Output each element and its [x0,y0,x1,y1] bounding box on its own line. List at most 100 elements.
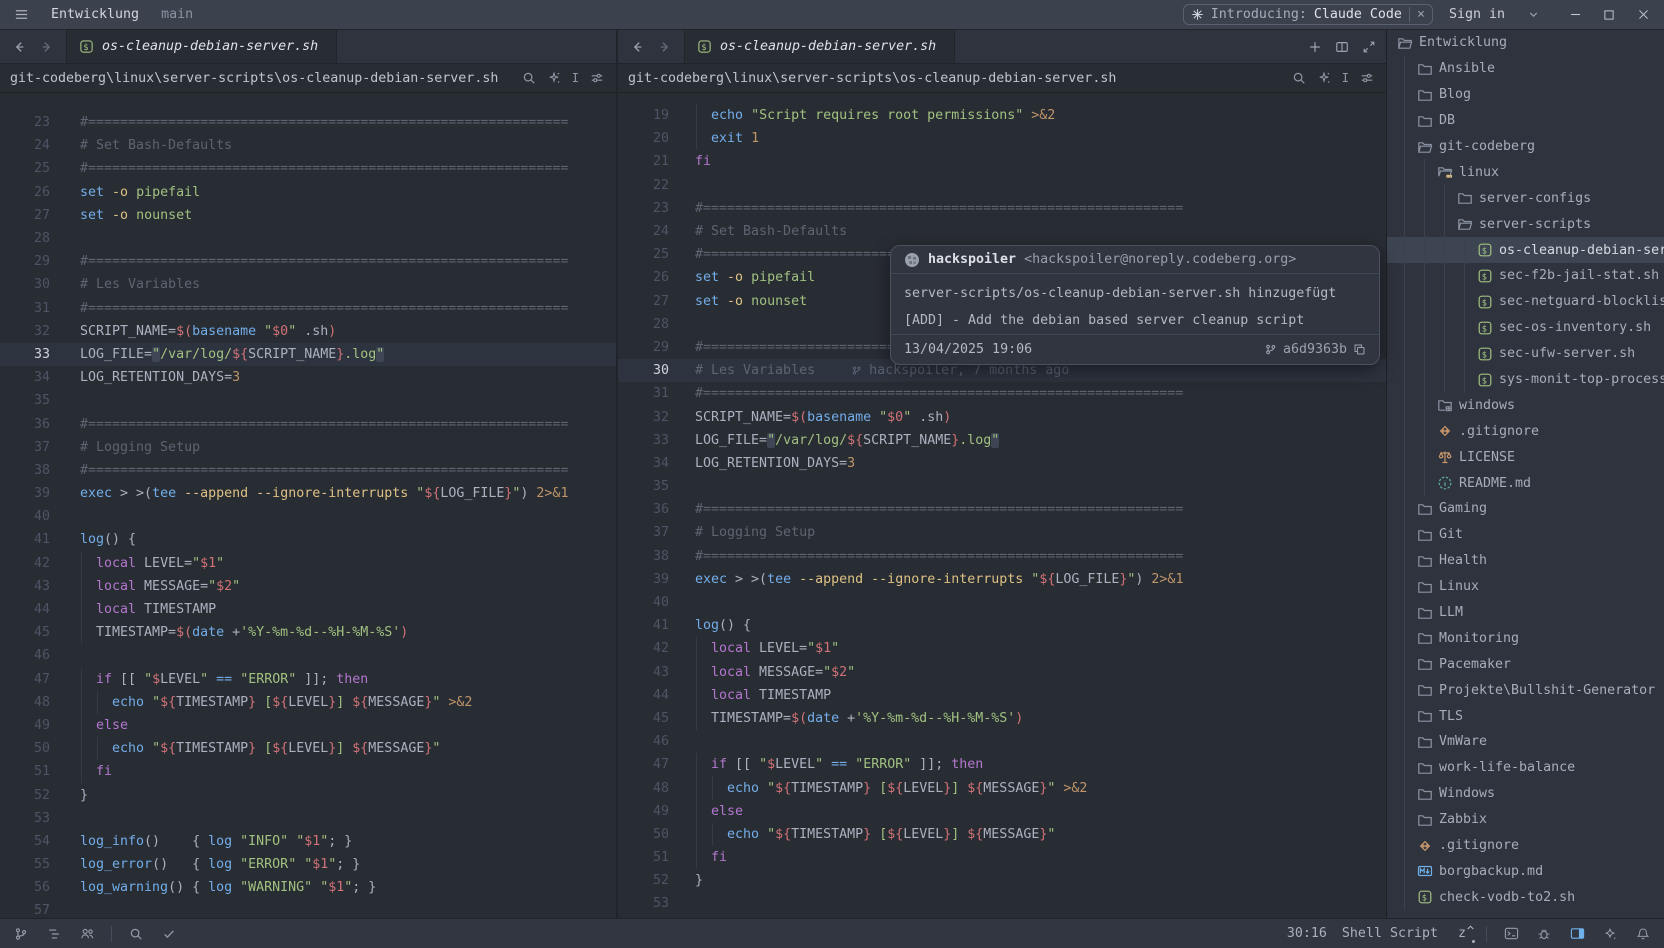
git-branch-button[interactable]: main [155,5,199,24]
project-panel-item-tls[interactable]: TLS [1387,703,1664,729]
editor-left[interactable]: 23#=====================================… [0,93,616,918]
code-line[interactable]: 38#=====================================… [618,545,1386,568]
project-panel-item-windows[interactable]: windows [1387,392,1664,418]
code-line[interactable]: 34LOG_RETENTION_DAYS=3 [618,452,1386,475]
project-panel-item-git[interactable]: Git [1387,522,1664,548]
code-line[interactable]: 49 else [0,714,616,737]
search-icon[interactable] [522,71,536,85]
project-panel-item-health[interactable]: Health [1387,548,1664,574]
code-line[interactable]: 44 local TIMESTAMP [0,598,616,621]
code-line[interactable]: 36#=====================================… [618,498,1386,521]
navigate-back-button[interactable] [630,40,644,54]
project-panel-item-sec-netguard-blocklist.sh[interactable]: $sec-netguard-blocklist.sh [1387,289,1664,315]
code-line[interactable]: 39exec > >(tee --append --ignore-interru… [618,568,1386,591]
code-line[interactable]: 28 [0,227,616,250]
code-line[interactable]: 52} [618,869,1386,892]
project-panel-item-ansible[interactable]: Ansible [1387,56,1664,82]
code-line[interactable]: 27set -o nounset [0,204,616,227]
code-line[interactable]: 21fi [618,150,1386,173]
editor-right[interactable]: 19 echo "Script requires root permission… [618,93,1386,918]
code-line[interactable]: 38#=====================================… [0,459,616,482]
collaboration-icon[interactable] [78,925,96,943]
inline-assist-icon[interactable] [547,71,561,85]
minimize-button[interactable] [1562,4,1588,26]
code-line[interactable]: 23#=====================================… [618,197,1386,220]
inline-assist-icon[interactable] [1317,71,1331,85]
close-window-button[interactable] [1630,4,1656,26]
cursor-position[interactable]: 30:16 [1287,926,1327,941]
code-line[interactable]: 32SCRIPT_NAME=$(basename "$0" .sh) [0,320,616,343]
project-panel-item-server-configs[interactable]: server-configs [1387,185,1664,211]
project-panel-item-borgbackup.md[interactable]: borgbackup.md [1387,859,1664,885]
sign-in-button[interactable]: Sign in [1443,5,1511,24]
project-panel-item-os-cleanup-debian-server.sh[interactable]: $os-cleanup-debian-server.sh [1387,237,1664,263]
project-panel-item-sec-ufw-server.sh[interactable]: $sec-ufw-server.sh [1387,341,1664,367]
maximize-button[interactable] [1596,4,1622,26]
code-line[interactable]: 54log_info() { log "INFO" "$1"; } [0,830,616,853]
code-line[interactable]: 22 [618,174,1386,197]
project-panel-item-monitoring[interactable]: Monitoring [1387,625,1664,651]
project-panel-item-windows[interactable]: Windows [1387,781,1664,807]
code-line[interactable]: 20 exit 1 [618,127,1386,150]
project-panel-item-git-codeberg[interactable]: git-codeberg [1387,134,1664,160]
code-line[interactable]: 47 if [[ "$LEVEL" == "ERROR" ]]; then [0,668,616,691]
project-panel-item-vmware[interactable]: VmWare [1387,729,1664,755]
diagnostics-check-icon[interactable] [160,925,178,943]
code-line[interactable]: 50 echo "${TIMESTAMP} [${LEVEL}] ${MESSA… [618,823,1386,846]
split-pane-icon[interactable] [1335,40,1349,54]
code-line[interactable]: 19 echo "Script requires root permission… [618,104,1386,127]
inline-git-blame[interactable]: hackspoiler, 7 months ago [851,363,1069,378]
project-panel-item-check-vodb-to2.sh[interactable]: $check-vodb-to2.sh [1387,884,1664,910]
code-line[interactable]: 42 local LEVEL="$1" [0,552,616,575]
code-line[interactable]: 41log() { [0,528,616,551]
code-line[interactable]: 40 [0,505,616,528]
code-line[interactable]: 37# Logging Setup [0,436,616,459]
project-panel-item-readme.md[interactable]: README.md [1387,470,1664,496]
navigate-forward-button[interactable] [40,40,54,54]
project-panel-item-gaming[interactable]: Gaming [1387,496,1664,522]
project-panel-item-entwicklung[interactable]: Entwicklung [1387,30,1664,56]
commit-hash-button[interactable]: a6d9363b [1264,342,1366,357]
right-dock-icon[interactable] [1568,925,1586,943]
code-line[interactable]: 51 fi [0,760,616,783]
new-tab-plus-icon[interactable] [1308,40,1322,54]
project-name-button[interactable]: Entwicklung [45,5,145,24]
project-panel-item-pacemaker[interactable]: Pacemaker [1387,651,1664,677]
code-line[interactable]: 26set -o pipefail [0,181,616,204]
code-line[interactable]: 36#=====================================… [0,412,616,435]
code-line[interactable]: 45 TIMESTAMP=$(date +'%Y-%m-%d--%H-%M-%S… [0,621,616,644]
navigate-back-button[interactable] [12,40,26,54]
project-panel-item-work-life-balance[interactable]: work-life-balance [1387,755,1664,781]
breadcrumb[interactable]: git-codeberg\linux\server-scripts\os-cle… [628,71,1116,86]
cursor-icon[interactable]: I [1342,71,1349,85]
claude-banner-close-icon[interactable]: × [1417,7,1425,22]
search-icon[interactable] [127,925,145,943]
assistant-icon[interactable] [1601,925,1619,943]
code-line[interactable]: 25#=====================================… [0,157,616,180]
project-panel-item-llm[interactable]: LLM [1387,600,1664,626]
code-line[interactable]: 46 [0,644,616,667]
debug-icon[interactable] [1535,925,1553,943]
project-panel-item-sys-monit-top-processes.sh[interactable]: $sys-monit-top-processes.sh [1387,367,1664,393]
code-line[interactable]: 30# Les Variables [0,273,616,296]
project-panel-item-server-scripts[interactable]: server-scripts [1387,211,1664,237]
language-selector[interactable]: Shell Script [1342,926,1438,941]
edit-prediction-zeta-icon[interactable]: z [1453,925,1471,943]
breadcrumb[interactable]: git-codeberg\linux\server-scripts\os-cle… [10,71,498,86]
code-line[interactable]: 37# Logging Setup [618,521,1386,544]
code-line[interactable]: 52} [0,783,616,806]
project-panel-item-.gitignore[interactable]: .gitignore [1387,418,1664,444]
project-panel-item-db[interactable]: DB [1387,108,1664,134]
code-line[interactable]: 43 local MESSAGE="$2" [0,575,616,598]
code-line[interactable]: 43 local MESSAGE="$2" [618,661,1386,684]
code-line[interactable]: 47 if [[ "$LEVEL" == "ERROR" ]]; then [618,753,1386,776]
project-panel-item-.gitignore[interactable]: .gitignore [1387,833,1664,859]
copy-icon[interactable] [1353,343,1366,356]
project-panel-item-blog[interactable]: Blog [1387,82,1664,108]
code-line[interactable]: 42 local LEVEL="$1" [618,637,1386,660]
code-line[interactable]: 32SCRIPT_NAME=$(basename "$0" .sh) [618,405,1386,428]
code-line[interactable]: 31#=====================================… [618,382,1386,405]
code-line[interactable]: 33LOG_FILE="/var/log/${SCRIPT_NAME}.log" [618,429,1386,452]
project-panel-item-projekte-bullshit-generator[interactable]: Projekte\Bullshit-Generator [1387,677,1664,703]
code-line[interactable]: 40 [618,591,1386,614]
